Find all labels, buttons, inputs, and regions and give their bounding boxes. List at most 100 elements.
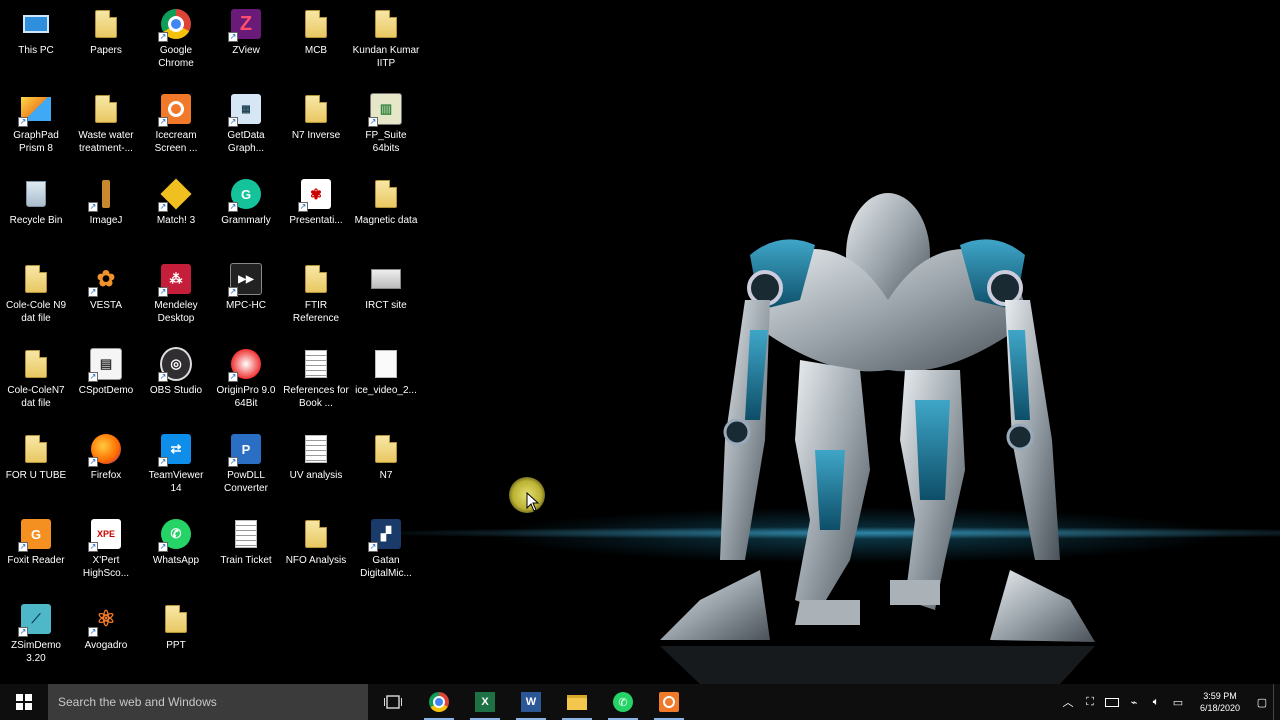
task-view-button[interactable] — [370, 684, 416, 720]
folder-icon — [300, 93, 332, 125]
search-input[interactable]: Search the web and Windows — [48, 684, 368, 720]
desktop-icon-kundan-kumar-iitp[interactable]: Kundan Kumar IITP — [352, 2, 420, 86]
chrome-icon: ↗ — [158, 8, 192, 42]
desktop-icon-label: Grammarly — [221, 215, 271, 226]
desktop-icon-label: Cole-ColeN7 dat file — [7, 385, 65, 409]
desktop-icon-recycle-bin[interactable]: Recycle Bin — [2, 172, 70, 256]
avogadro-icon: ⚛ ↗ — [88, 606, 116, 637]
desktop-icon-label: Firefox — [90, 470, 122, 481]
desktop-icon-gatan-digitalmic[interactable]: ▞ ↗ Gatan DigitalMic... — [352, 512, 420, 596]
zsim-icon: ⟋ ↗ — [18, 603, 52, 637]
desktop-icon-papers[interactable]: Papers — [72, 2, 140, 86]
network-icon: ⌁ — [1130, 696, 1138, 709]
origin-icon: ↗ — [228, 348, 262, 382]
task-view-icon — [384, 695, 402, 709]
folder-icon — [370, 8, 402, 40]
desktop-icon-ice-video-2[interactable]: ice_video_2... — [352, 342, 420, 426]
show-desktop-button[interactable] — [1273, 684, 1280, 720]
battery-button[interactable] — [1101, 684, 1123, 720]
taskbar-chrome-button[interactable] — [416, 684, 462, 720]
desktop-icon-this-pc[interactable]: This PC — [2, 2, 70, 86]
desktop-icon-cole-cole-n9-dat-file[interactable]: Cole-Cole N9 dat file — [2, 257, 70, 341]
taskbar-icecream-button[interactable] — [646, 684, 692, 720]
taskbar-excel-button[interactable]: X — [462, 684, 508, 720]
icecream-icon — [659, 692, 679, 712]
desktop-icon-nfo-analysis[interactable]: NFO Analysis — [282, 512, 350, 596]
folder-icon — [90, 8, 122, 40]
grammarly-icon: G ↗ — [228, 178, 262, 212]
desktop-icon-teamviewer-14[interactable]: ⇄ ↗ TeamViewer 14 — [142, 427, 210, 511]
desktop-icon-label: UV analysis — [289, 470, 343, 481]
desktop-icon-imagej[interactable]: ↗ ImageJ — [72, 172, 140, 256]
desktop-icon-mcb[interactable]: MCB — [282, 2, 350, 86]
desktop-icon-presentati[interactable]: ✾ ↗ Presentati... — [282, 172, 350, 256]
mendeley-icon: ⁂ ↗ — [158, 263, 192, 297]
desktop-icon-for-u-tube[interactable]: FOR U TUBE — [2, 427, 70, 511]
desktop-icon-getdata-graph[interactable]: ▦ ↗ GetData Graph... — [212, 87, 280, 171]
desktop-icon-n7[interactable]: N7 — [352, 427, 420, 511]
taskbar-file-explorer-button[interactable] — [554, 684, 600, 720]
desktop-icon-vesta[interactable]: ✿ ↗ VESTA — [72, 257, 140, 341]
clock-date: 6/18/2020 — [1199, 703, 1241, 713]
desktop-icon-powdll-converter[interactable]: P ↗ PowDLL Converter — [212, 427, 280, 511]
whatsapp-icon: ✆ ↗ — [158, 518, 192, 552]
action-center-button[interactable]: ▢ — [1251, 684, 1273, 720]
input-language-button[interactable]: ▭ — [1167, 684, 1189, 720]
desktop-icon-avogadro[interactable]: ⚛ ↗ Avogadro — [72, 597, 140, 681]
desktop-icon-train-ticket[interactable]: Train Ticket — [212, 512, 280, 596]
start-button[interactable] — [0, 684, 48, 720]
desktop-icon-uv-analysis[interactable]: UV analysis — [282, 427, 350, 511]
desktop-icon-irct-site[interactable]: IRCT site — [352, 257, 420, 341]
folder-icon — [20, 433, 52, 465]
clock[interactable]: 3:59 PM 6/18/2020 — [1189, 690, 1251, 714]
desktop-icon-firefox[interactable]: ↗ Firefox — [72, 427, 140, 511]
desktop-icon-n7-inverse[interactable]: N7 Inverse — [282, 87, 350, 171]
document-icon — [300, 348, 332, 380]
desktop-icon-google-chrome[interactable]: ↗ Google Chrome — [142, 2, 210, 86]
mpc-hc-icon: ▶▶ ↗ — [228, 263, 262, 297]
show-hidden-icons-button[interactable]: ︿ — [1057, 684, 1079, 720]
desktop-icon-label: GetData Graph... — [227, 130, 265, 154]
desktop-icon-icecream-screen[interactable]: ↗ Icecream Screen ... — [142, 87, 210, 171]
desktop-icon-label: Google Chrome — [158, 45, 194, 69]
desktop-icon-mendeley-desktop[interactable]: ⁂ ↗ Mendeley Desktop — [142, 257, 210, 341]
desktop-icon-ppt[interactable]: PPT — [142, 597, 210, 681]
desktop-icon-cole-colen7-dat-file[interactable]: Cole-ColeN7 dat file — [2, 342, 70, 426]
desktop-icon-graphpad-prism-8[interactable]: ↗ GraphPad Prism 8 — [2, 87, 70, 171]
desktop-icon-cspotdemo[interactable]: ▤ ↗ CSpotDemo — [72, 342, 140, 426]
graphpad-icon: ↗ — [18, 93, 52, 127]
desktop-icon-match-3[interactable]: ↗ Match! 3 — [142, 172, 210, 256]
desktop-icon-mpc-hc[interactable]: ▶▶ ↗ MPC-HC — [212, 257, 280, 341]
taskbar-whatsapp-button[interactable]: ✆ — [600, 684, 646, 720]
this-pc-icon — [20, 8, 52, 40]
desktop-icon-grammarly[interactable]: G ↗ Grammarly — [212, 172, 280, 256]
network-button[interactable]: ⌁ — [1123, 684, 1145, 720]
word-icon: W — [521, 692, 541, 712]
icecream-icon: ↗ — [158, 93, 192, 127]
volume-button[interactable]: 🔈︎ — [1145, 684, 1167, 720]
desktop-icon-references-for-book[interactable]: References for Book ... — [282, 342, 350, 426]
desktop-icon-whatsapp[interactable]: ✆ ↗ WhatsApp — [142, 512, 210, 596]
desktop-icon-x-pert-highsco[interactable]: XPE ↗ X'Pert HighSco... — [72, 512, 140, 596]
cspot-icon: ▤ ↗ — [88, 348, 122, 382]
desktop-icon-foxit-reader[interactable]: G ↗ Foxit Reader — [2, 512, 70, 596]
desktop-icon-label: FP_Suite 64bits — [365, 130, 407, 154]
desktop-icon-fp-suite-64bits[interactable]: ▥ ↗ FP_Suite 64bits — [352, 87, 420, 171]
desktop-icon-magnetic-data[interactable]: Magnetic data — [352, 172, 420, 256]
desktop-icon-originpro-9-0-64bit[interactable]: ↗ OriginPro 9.0 64Bit — [212, 342, 280, 426]
tray-app-button[interactable]: ⛶ — [1079, 684, 1101, 720]
folder-icon — [370, 178, 402, 210]
desktop-icon-label: ImageJ — [89, 215, 123, 226]
desktop-icon-zsimdemo-3-20[interactable]: ⟋ ↗ ZSimDemo 3.20 — [2, 597, 70, 681]
taskbar-word-button[interactable]: W — [508, 684, 554, 720]
desktop-icon-label: ZView — [232, 45, 260, 56]
irct-icon — [370, 263, 402, 295]
desktop-icon-waste-water-treatment[interactable]: Waste water treatment-... — [72, 87, 140, 171]
desktop-icon-ftir-reference[interactable]: FTIR Reference — [282, 257, 350, 341]
desktop-icon-obs-studio[interactable]: ◎ ↗ OBS Studio — [142, 342, 210, 426]
desktop-icon-zview[interactable]: Z ↗ ZView — [212, 2, 280, 86]
speaker-icon: 🔈︎ — [1152, 695, 1160, 708]
folder-icon — [20, 348, 52, 380]
excel-icon: X — [475, 692, 495, 712]
fpsuite-icon: ▥ ↗ — [368, 93, 402, 127]
